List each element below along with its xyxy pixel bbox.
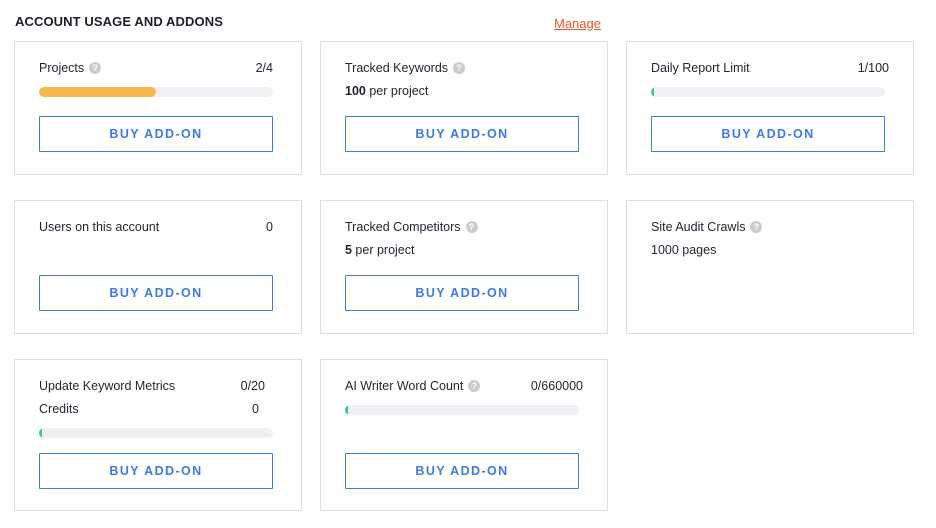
buy-addon-button[interactable]: BUY ADD-ON — [39, 116, 273, 152]
card-label: Tracked Keywords — [345, 61, 449, 75]
card-subtext: 5 per project — [345, 243, 414, 257]
buy-addon-button[interactable]: BUY ADD-ON — [39, 453, 273, 489]
card-tracked-keywords: Tracked Keywords ? 100 per project BUY A… — [320, 41, 608, 175]
progress-bar — [651, 87, 885, 97]
card-subtext-unit: per project — [351, 243, 415, 257]
progress-fill — [345, 405, 348, 415]
section-title: ACCOUNT USAGE AND ADDONS — [15, 14, 223, 29]
card-subtext-number: 5 — [345, 243, 352, 257]
question-icon[interactable]: ? — [750, 221, 763, 233]
card-label: Tracked Competitors — [345, 220, 461, 234]
card-daily-report-limit: Daily Report Limit 1/100 BUY ADD-ON — [626, 41, 914, 175]
card-label: AI Writer Word Count — [345, 379, 464, 393]
card-label: Update Keyword Metrics — [39, 379, 176, 393]
card-update-keyword-metrics: Update Keyword Metrics 0/20 Credits 0 BU… — [14, 359, 302, 511]
card-value: 0/660000 — [530, 379, 583, 393]
buy-addon-button[interactable]: BUY ADD-ON — [345, 453, 579, 489]
progress-bar — [39, 428, 273, 438]
buy-addon-button[interactable]: BUY ADD-ON — [345, 116, 579, 152]
card-label-secondary: Credits — [39, 402, 79, 416]
question-icon[interactable]: ? — [453, 62, 466, 74]
manage-link[interactable]: Manage — [554, 16, 601, 31]
buy-addon-button[interactable]: BUY ADD-ON — [345, 275, 579, 311]
card-subtext-unit: per project — [365, 84, 429, 98]
card-label: Users on this account — [39, 220, 160, 234]
progress-bar — [345, 405, 579, 415]
progress-fill — [39, 87, 156, 97]
card-projects: Projects ? 2/4 BUY ADD-ON — [14, 41, 302, 175]
card-label: Projects — [39, 61, 85, 75]
card-value: 2/4 — [255, 61, 273, 75]
buy-addon-button[interactable]: BUY ADD-ON — [651, 116, 885, 152]
question-icon[interactable]: ? — [465, 221, 478, 233]
card-ai-writer-word-count: AI Writer Word Count ? 0/660000 BUY ADD-… — [320, 359, 608, 511]
card-site-audit-crawls: Site Audit Crawls ? 1000 pages — [626, 200, 914, 334]
buy-addon-button[interactable]: BUY ADD-ON — [39, 275, 273, 311]
card-subtext: 1000 pages — [651, 243, 717, 257]
card-value-secondary: 0 — [252, 402, 259, 416]
card-subtext-number: 100 — [345, 84, 366, 98]
question-icon[interactable]: ? — [89, 62, 102, 74]
card-tracked-competitors: Tracked Competitors ? 5 per project BUY … — [320, 200, 608, 334]
question-icon[interactable]: ? — [468, 380, 481, 392]
progress-bar — [39, 87, 273, 97]
card-value: 1/100 — [857, 61, 889, 75]
card-value: 0 — [266, 220, 273, 234]
card-value: 0/20 — [240, 379, 265, 393]
progress-fill — [651, 87, 654, 97]
card-users: Users on this account 0 BUY ADD-ON — [14, 200, 302, 334]
card-label: Site Audit Crawls — [651, 220, 746, 234]
progress-fill — [39, 428, 42, 438]
card-label: Daily Report Limit — [651, 61, 750, 75]
card-subtext: 100 per project — [345, 84, 428, 98]
